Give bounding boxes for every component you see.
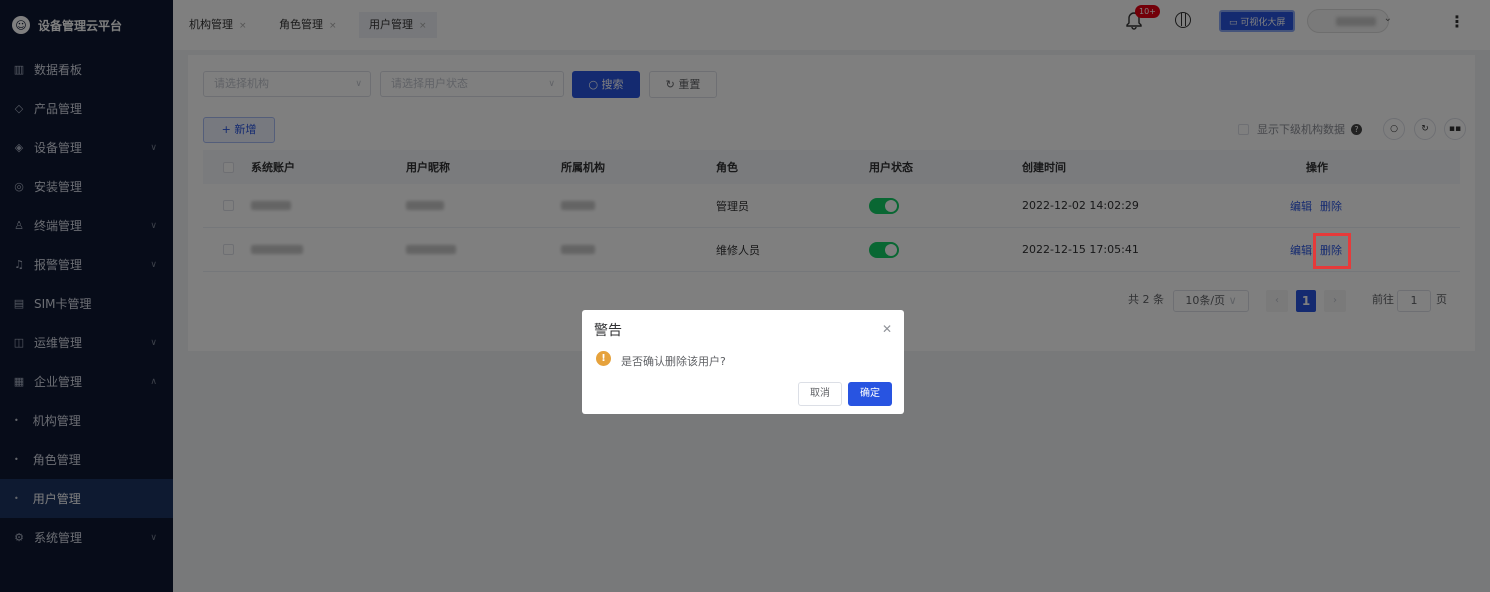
warning-icon: ! — [596, 351, 611, 366]
confirm-dialog: 警告 ✕ ! 是否确认删除该用户? 取消 确定 — [582, 310, 904, 414]
annotation-highlight-box — [1313, 233, 1351, 269]
dialog-message: 是否确认删除该用户? — [621, 355, 726, 368]
confirm-button[interactable]: 确定 — [848, 382, 892, 406]
dialog-title: 警告 — [594, 323, 622, 339]
modal-overlay[interactable] — [0, 0, 1490, 592]
cancel-button[interactable]: 取消 — [798, 382, 842, 406]
close-icon[interactable]: ✕ — [882, 322, 892, 336]
